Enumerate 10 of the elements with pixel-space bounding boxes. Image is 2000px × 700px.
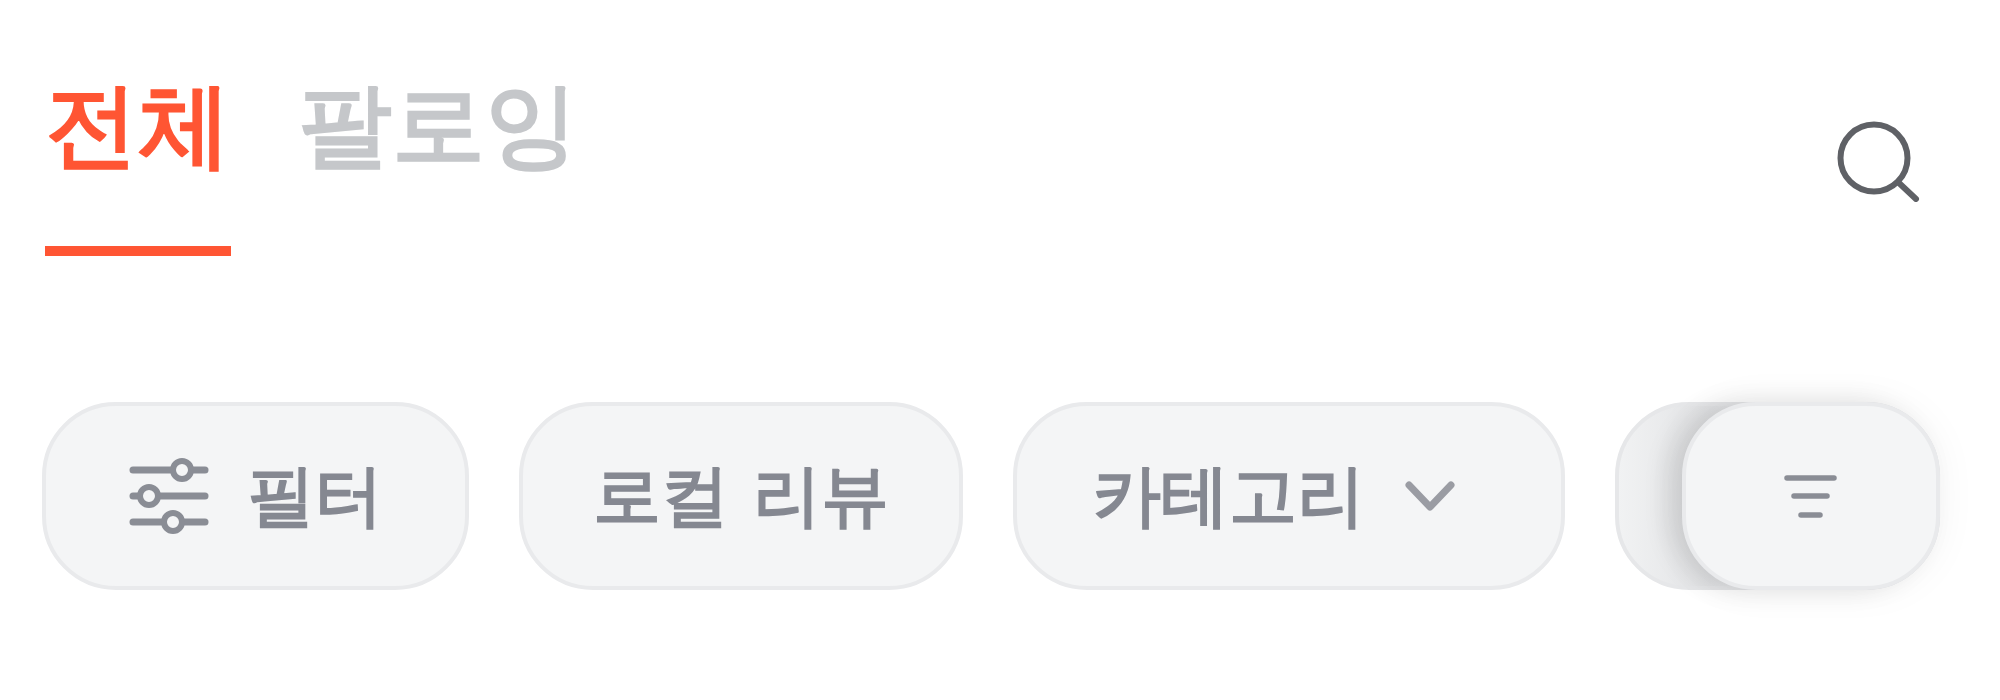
tab[interactable]: 전체	[45, 68, 231, 256]
sort-lines-icon	[1784, 473, 1838, 519]
search-button[interactable]	[1837, 121, 1920, 202]
chevron-down-icon	[1404, 481, 1455, 511]
dropdown-button[interactable]: 카테고리	[1012, 402, 1565, 590]
tab[interactable]: 팔로잉	[299, 68, 578, 256]
chip-button[interactable]: 로컬 리뷰	[519, 402, 963, 590]
search-icon	[1837, 121, 1920, 202]
sliders-icon	[129, 457, 209, 535]
filter-button[interactable]: 필터	[42, 402, 469, 590]
